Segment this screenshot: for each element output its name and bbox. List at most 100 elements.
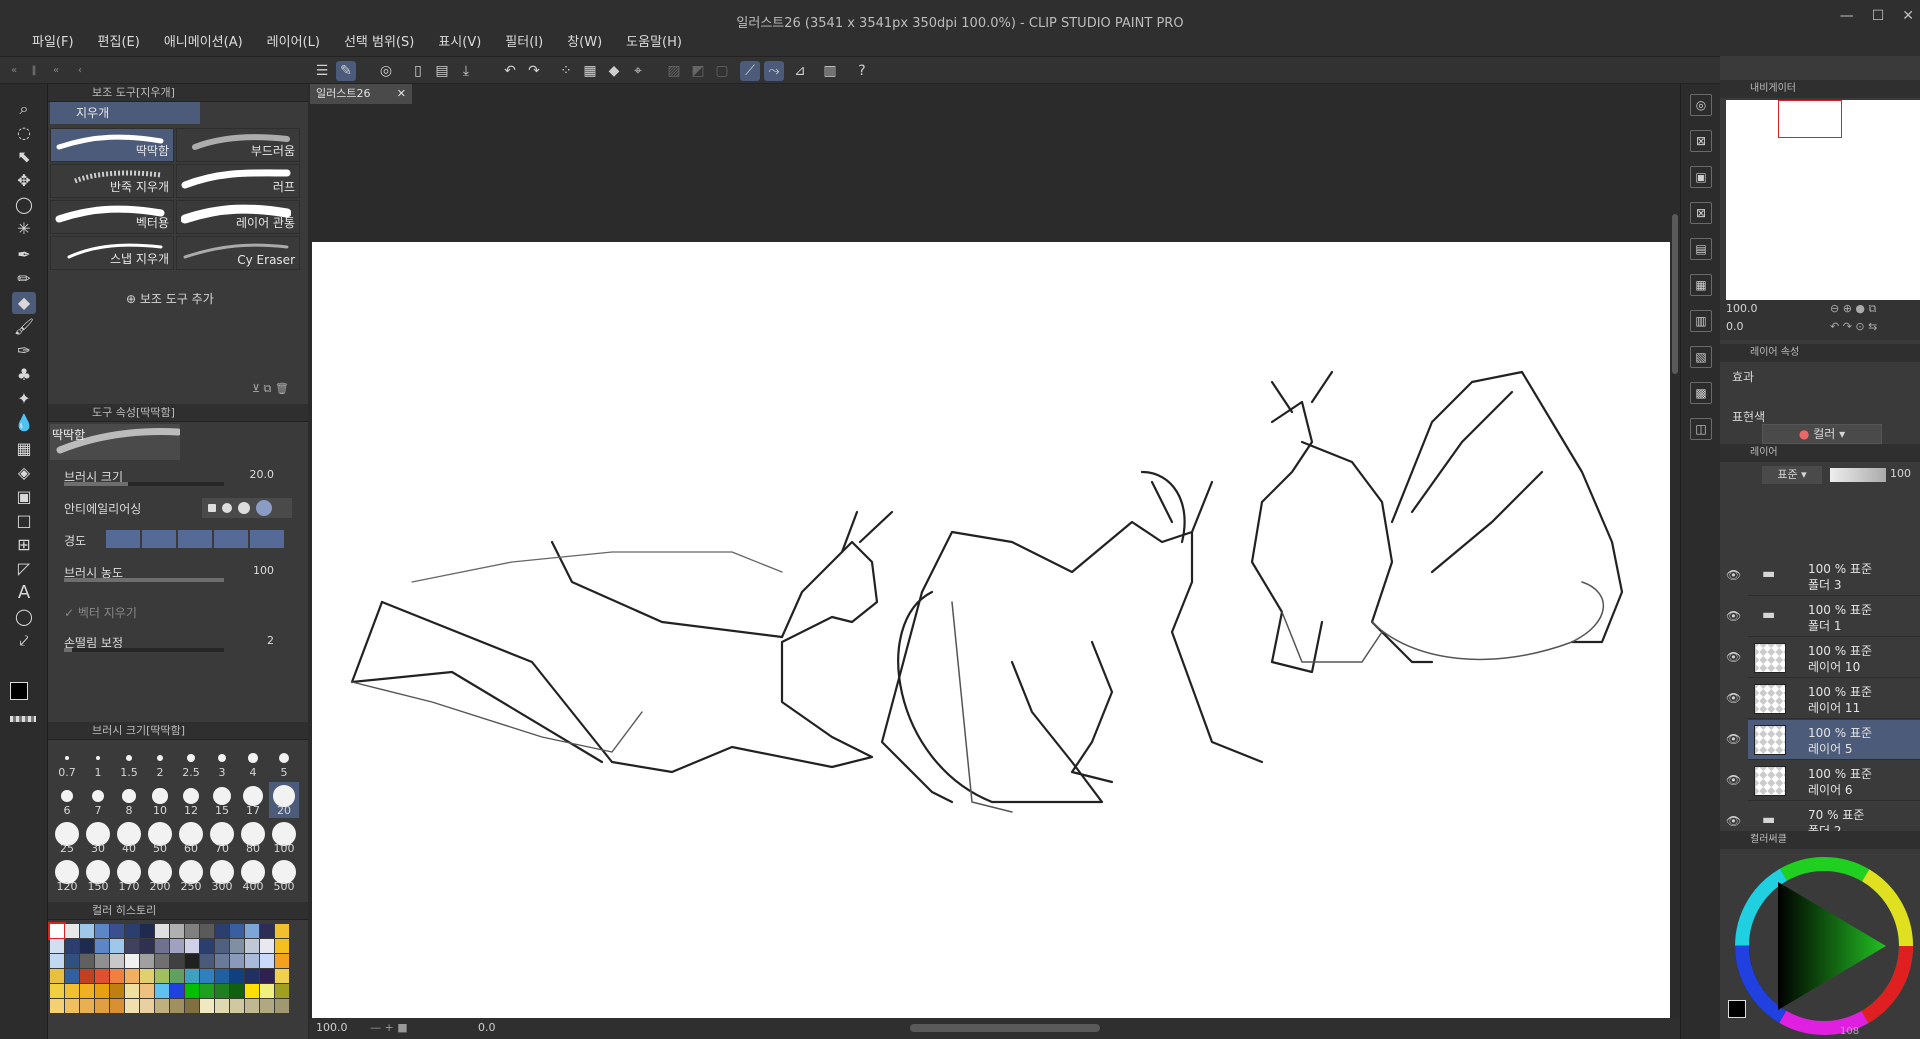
layer-row[interactable]: 👁 100 % 표준 레이어 11 xyxy=(1726,679,1920,719)
subtool-kneaded[interactable]: 반죽 지우개 xyxy=(50,164,174,198)
brush-size-item[interactable]: 1.5 xyxy=(114,744,144,780)
eraser-tool-icon[interactable]: ◆ xyxy=(12,292,36,314)
lasso-select-tool-icon[interactable]: ◌ xyxy=(12,122,36,144)
palette-swatch[interactable] xyxy=(200,924,214,938)
visibility-eye-icon[interactable]: 👁 xyxy=(1726,609,1741,623)
material-2-icon[interactable]: ▣ xyxy=(1690,166,1712,188)
subtool-hard[interactable]: 딱딱함 xyxy=(50,128,174,162)
palette-swatch[interactable] xyxy=(200,969,214,983)
layer-row[interactable]: 👁 100 % 표준 레이어 5 xyxy=(1726,720,1920,760)
hardness-selector[interactable] xyxy=(106,530,286,548)
palette-swatch[interactable] xyxy=(50,999,64,1013)
blend-tool-icon[interactable]: ✦ xyxy=(12,388,36,410)
brush-size-item[interactable]: 0.7 xyxy=(52,744,82,780)
palette-swatch[interactable] xyxy=(110,939,124,953)
save-icon[interactable]: ⤓ xyxy=(456,61,476,81)
palette-swatch[interactable] xyxy=(110,924,124,938)
subtool-vector[interactable]: 벡터용 xyxy=(50,200,174,234)
clear-icon[interactable]: ▦ xyxy=(580,61,600,81)
brush-density-row[interactable]: 브러시 농도 100 xyxy=(64,560,304,584)
palette-swatch[interactable] xyxy=(95,924,109,938)
balloon-tool-icon[interactable]: ◯ xyxy=(12,606,36,628)
palette-swatch[interactable] xyxy=(110,969,124,983)
crop-icon[interactable]: ▢ xyxy=(712,61,732,81)
palette-swatch[interactable] xyxy=(275,999,289,1013)
palette-swatch[interactable] xyxy=(140,924,154,938)
palette-swatch[interactable] xyxy=(125,939,139,953)
palette-swatch[interactable] xyxy=(200,999,214,1013)
visibility-eye-icon[interactable]: 👁 xyxy=(1726,814,1741,828)
palette-swatch[interactable] xyxy=(200,939,214,953)
help-icon[interactable]: ? xyxy=(852,61,872,81)
brush-size-item[interactable]: 25 xyxy=(52,820,82,856)
palette-swatch[interactable] xyxy=(95,954,109,968)
document-tab[interactable]: 일러스트26 ✕ xyxy=(310,84,412,104)
palette-swatch[interactable] xyxy=(140,954,154,968)
palette-swatch[interactable] xyxy=(80,939,94,953)
snap-grid-icon[interactable]: ⊿ xyxy=(790,61,810,81)
panel-collapse-icon[interactable]: « xyxy=(46,61,66,81)
edit-icon[interactable]: ✎ xyxy=(336,61,356,81)
palette-swatch[interactable] xyxy=(50,939,64,953)
palette-swatch[interactable] xyxy=(50,969,64,983)
subtool-group-tab[interactable]: 지우개 xyxy=(50,102,200,124)
brush-density-slider[interactable] xyxy=(64,578,224,582)
menu-window[interactable]: 창(W) xyxy=(555,30,614,56)
fill-icon[interactable]: ◆ xyxy=(604,61,624,81)
fill-tool-icon[interactable]: ◈ xyxy=(12,462,36,484)
palette-swatch[interactable] xyxy=(155,999,169,1013)
layer-row[interactable]: 👁 ▬ 100 % 표준 폴더 3 xyxy=(1726,556,1920,596)
antialias-selector[interactable] xyxy=(202,498,292,518)
main-color-swatch[interactable] xyxy=(10,682,28,700)
brush-size-item[interactable]: 50 xyxy=(145,820,175,856)
antialias-row[interactable]: 안티에일리어싱 xyxy=(64,496,304,520)
palette-swatch[interactable] xyxy=(170,924,184,938)
palette-swatch[interactable] xyxy=(95,984,109,998)
palette-swatch[interactable] xyxy=(200,984,214,998)
text-tool-icon[interactable]: A xyxy=(12,582,36,604)
palette-swatch[interactable] xyxy=(245,984,259,998)
palette-swatch[interactable] xyxy=(140,939,154,953)
palette-swatch[interactable] xyxy=(140,969,154,983)
subtool-snap[interactable]: 스냅 지우개 xyxy=(50,236,174,270)
brush-size-item[interactable]: 2 xyxy=(145,744,175,780)
visibility-eye-icon[interactable]: 👁 xyxy=(1726,773,1741,787)
palette-swatch[interactable] xyxy=(140,984,154,998)
brush-size-slider[interactable] xyxy=(64,482,224,486)
brush-size-item[interactable]: 17 xyxy=(238,782,268,818)
menu-file[interactable]: 파일(F) xyxy=(20,30,86,56)
palette-swatch[interactable] xyxy=(230,984,244,998)
palette-swatch[interactable] xyxy=(260,984,274,998)
palette-swatch[interactable] xyxy=(125,999,139,1013)
stabilization-row[interactable]: 손떨림 보정 2 xyxy=(64,630,304,654)
palette-swatch[interactable] xyxy=(200,954,214,968)
palette-swatch[interactable] xyxy=(155,924,169,938)
rotate-buttons-icon[interactable]: ↶ ↷ ⊙ ⇆ xyxy=(1830,320,1877,333)
palette-swatch[interactable] xyxy=(50,954,64,968)
redo-icon[interactable]: ↷ xyxy=(524,61,544,81)
brush-size-item[interactable]: 1 xyxy=(83,744,113,780)
palette-swatch[interactable] xyxy=(275,924,289,938)
palette-swatch[interactable] xyxy=(155,954,169,968)
menu-selection[interactable]: 선택 범위(S) xyxy=(332,30,426,56)
frame-tool-icon[interactable]: ⊞ xyxy=(12,534,36,556)
material-4-icon[interactable]: ▤ xyxy=(1690,238,1712,260)
menu-help[interactable]: 도움말(H) xyxy=(614,30,694,56)
palette-swatch[interactable] xyxy=(185,969,199,983)
material-3-icon[interactable]: ⊠ xyxy=(1690,202,1712,224)
palette-swatch[interactable] xyxy=(170,954,184,968)
palette-swatch[interactable] xyxy=(245,939,259,953)
brush-size-item[interactable]: 500 xyxy=(269,858,299,894)
navigator-zoom[interactable]: 100.0 xyxy=(1726,302,1758,315)
subtool-rough[interactable]: 러프 xyxy=(176,164,300,198)
palette-swatch[interactable] xyxy=(65,984,79,998)
chevron-left-icon[interactable]: ‹ xyxy=(70,61,90,81)
material-icon[interactable]: ⊠ xyxy=(1690,130,1712,152)
navigator-icon[interactable]: ◎ xyxy=(1690,94,1712,116)
pencil-tool-icon[interactable]: ✏ xyxy=(12,268,36,290)
palette-swatch[interactable] xyxy=(155,969,169,983)
stabilization-slider[interactable] xyxy=(64,648,224,652)
maximize-button[interactable]: ☐ xyxy=(1872,8,1885,24)
palette-swatch[interactable] xyxy=(65,954,79,968)
wheel-main-color[interactable] xyxy=(1728,1000,1746,1018)
